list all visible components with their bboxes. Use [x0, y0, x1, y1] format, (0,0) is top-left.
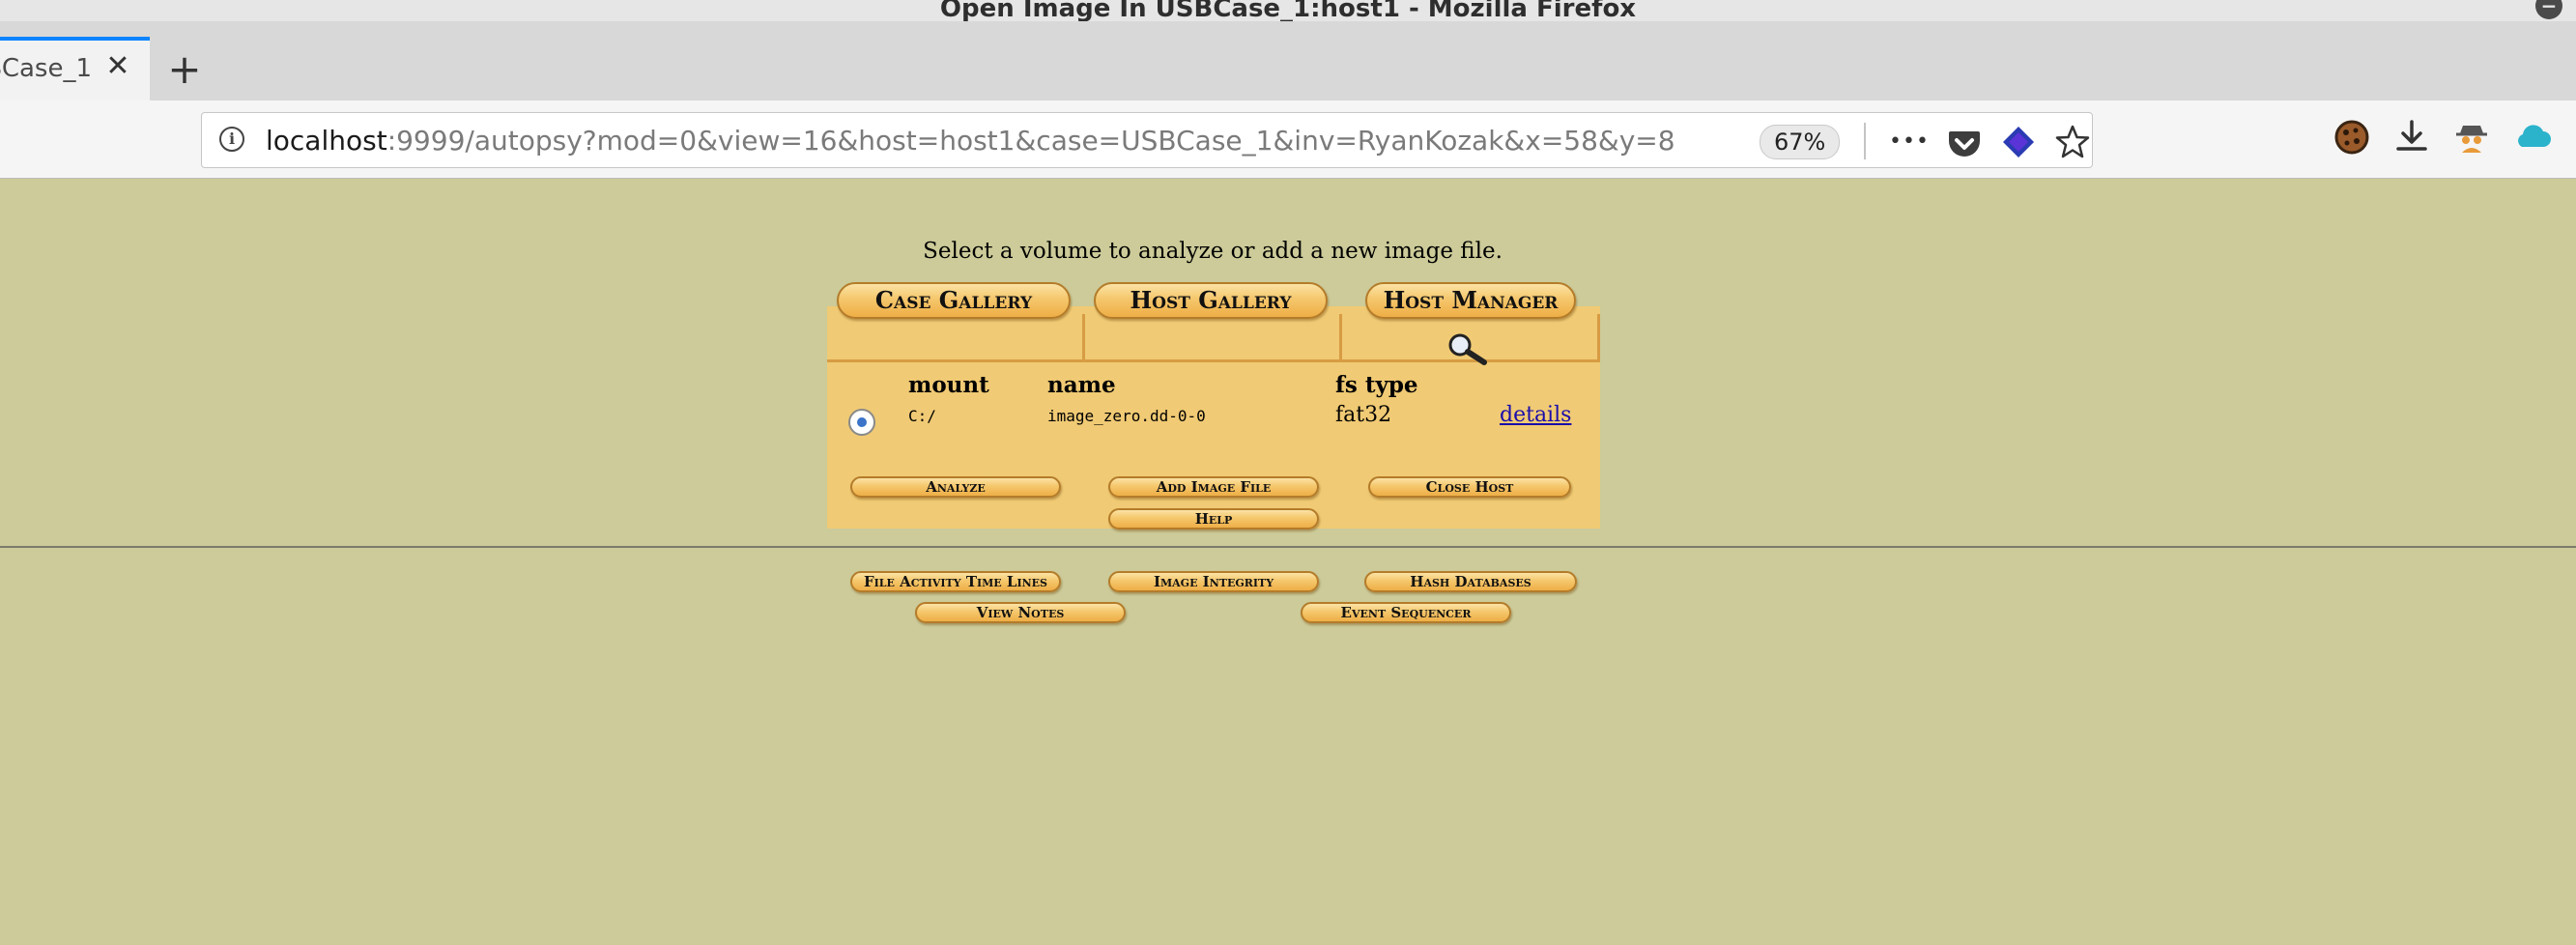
case-gallery-button[interactable]: Case Gallery [837, 282, 1071, 319]
window-titlebar: Open Image In USBCase_1:host1 - Mozilla … [0, 0, 2576, 23]
hash-databases-button[interactable]: Hash Databases [1364, 571, 1577, 592]
magnifier-icon [1448, 333, 1487, 365]
url-path: :9999/autopsy?mod=0&view=16&host=host1&c… [386, 125, 1675, 157]
site-info-icon[interactable]: i [219, 127, 244, 152]
tab-divider [1339, 314, 1342, 360]
volume-fs-type-cell: fat32 [1335, 403, 1392, 427]
url-text[interactable]: localhost:9999/autopsy?mod=0&view=16&hos… [266, 125, 1675, 158]
tab-close-icon[interactable]: ✕ [101, 50, 134, 83]
column-header-fs-type: fs type [1335, 372, 1418, 398]
pocket-icon[interactable] [1945, 123, 1984, 161]
add-image-file-button[interactable]: Add Image File [1108, 476, 1319, 498]
tab-usbcase[interactable]: USBCase_1 ✕ [0, 37, 150, 100]
bookmark-star-icon[interactable] [2053, 123, 2092, 161]
help-button[interactable]: Help [1108, 508, 1319, 530]
file-activity-timelines-button[interactable]: File Activity Time Lines [850, 571, 1061, 592]
volume-mount-cell: C:/ [908, 407, 936, 425]
image-integrity-button[interactable]: Image Integrity [1108, 571, 1319, 592]
page-content: Select a volume to analyze or add a new … [0, 179, 2576, 945]
volume-name-cell: image_zero.dd-0-0 [1047, 407, 1206, 425]
host-manager-button[interactable]: Host Manager [1365, 282, 1576, 319]
event-sequencer-button[interactable]: Event Sequencer [1301, 602, 1511, 623]
cloud-sync-icon[interactable] [2510, 116, 2553, 158]
analyze-button[interactable]: Analyze [850, 476, 1061, 498]
navigation-toolbar: i localhost:9999/autopsy?mod=0&view=16&h… [0, 100, 2576, 179]
tab-divider [1082, 314, 1085, 360]
volume-radio-button[interactable] [848, 409, 875, 436]
cookie-extension-icon[interactable] [2331, 116, 2373, 158]
zoom-level-badge[interactable]: 67% [1760, 125, 1841, 159]
column-header-name: name [1047, 372, 1116, 398]
close-host-button[interactable]: Close Host [1368, 476, 1571, 498]
tab-strip: USBCase_1 ✕ + [0, 21, 2576, 101]
horizontal-rule [0, 546, 2576, 548]
tab-divider [1597, 314, 1600, 360]
url-bar-separator [1864, 123, 1866, 159]
layers-extension-icon[interactable] [1999, 123, 2038, 161]
url-bar[interactable]: i localhost:9999/autopsy?mod=0&view=16&h… [201, 112, 2093, 168]
volume-details-link[interactable]: details [1500, 403, 1571, 427]
spy-extension-icon[interactable] [2450, 116, 2493, 158]
download-icon[interactable] [2390, 116, 2433, 158]
host-gallery-button[interactable]: Host Gallery [1094, 282, 1328, 319]
view-notes-button[interactable]: View Notes [915, 602, 1126, 623]
page-prompt: Select a volume to analyze or add a new … [923, 239, 1503, 264]
new-tab-button[interactable]: + [164, 49, 205, 91]
column-header-mount: mount [908, 372, 989, 398]
tab-label: USBCase_1 [0, 54, 92, 83]
page-actions-menu-icon[interactable]: ••• [1889, 123, 1929, 161]
window-title: Open Image In USBCase_1:host1 - Mozilla … [939, 0, 1637, 23]
url-host: localhost [266, 125, 387, 157]
